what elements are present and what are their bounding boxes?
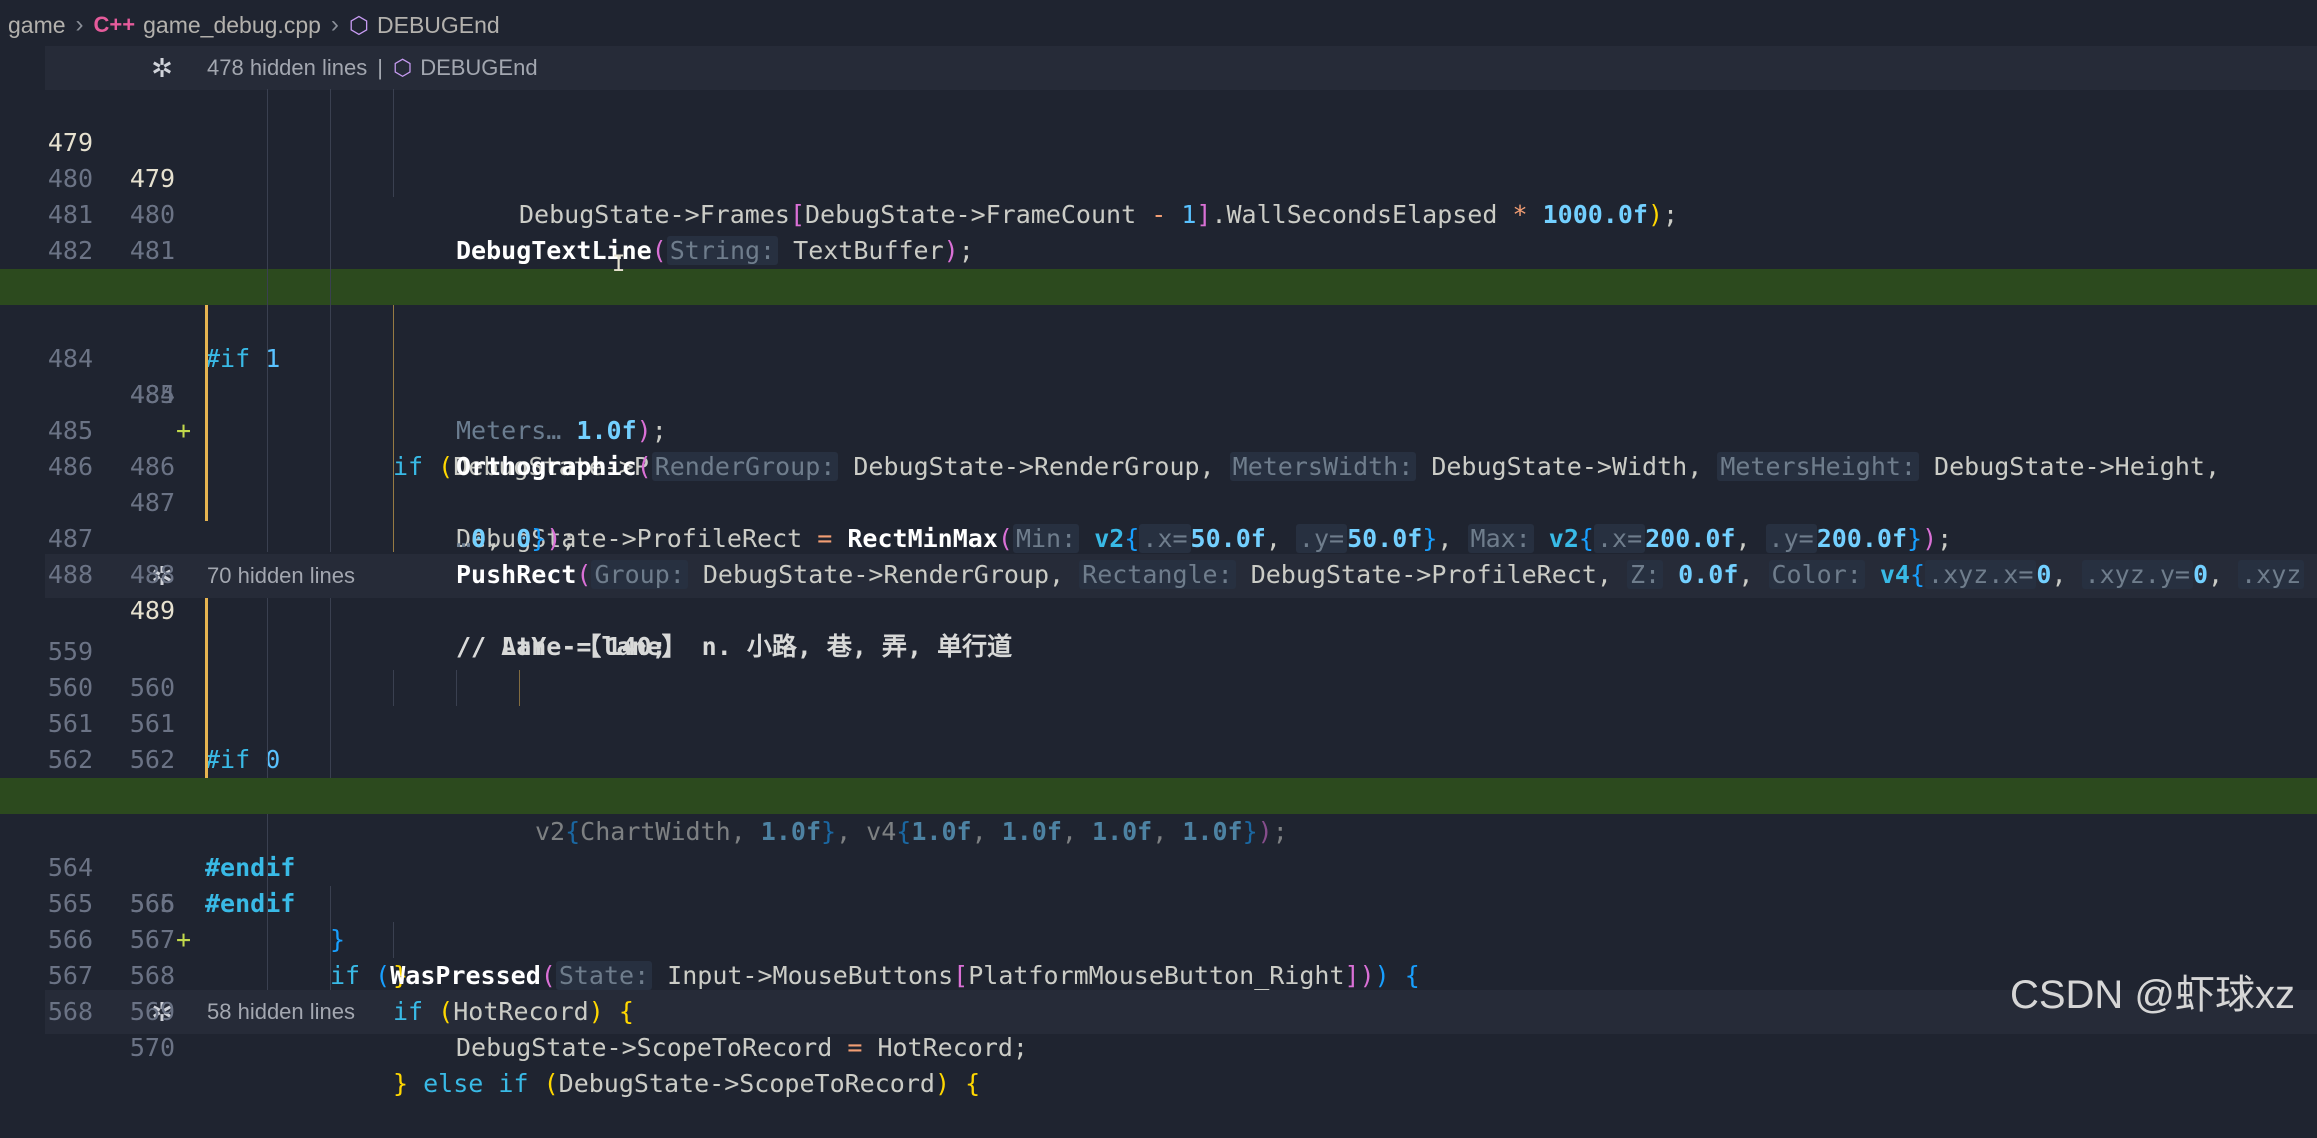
modified-bar bbox=[205, 341, 208, 377]
file-name: game_debug.cpp bbox=[143, 11, 321, 38]
indent-guide bbox=[393, 89, 394, 197]
hidden-lines-label: 58 hidden lines bbox=[207, 999, 356, 1024]
folded-region[interactable]: ✲ 58 hidden lines bbox=[45, 990, 2317, 1034]
breadcrumb-file[interactable]: C++ game_debug.cpp bbox=[94, 12, 321, 39]
indent-guide bbox=[267, 89, 268, 552]
code-line[interactable]: 483 483 #if 1 bbox=[0, 233, 2317, 373]
code-line[interactable]: 488 489 // Lane 【lane】 n. 小路, 巷, 弄, 单行道 bbox=[0, 521, 2317, 661]
watermark: CSDN @虾球xz bbox=[2009, 973, 2295, 1017]
new-line-number: 488 bbox=[129, 560, 175, 589]
indent-guide bbox=[393, 670, 394, 706]
modified-bar bbox=[205, 305, 208, 341]
modified-bar bbox=[205, 634, 208, 670]
added-code-line[interactable]: 484 + if (DebugState->ProfileOn) { bbox=[0, 269, 2317, 481]
method-cube-icon: ⬡ bbox=[392, 55, 413, 80]
hidden-lines-label: 478 hidden lines bbox=[207, 55, 368, 80]
indent-guide-active bbox=[393, 305, 394, 552]
indent-guide bbox=[456, 670, 457, 706]
code-line[interactable]: 565 567 if (WasPressed(State: Input->Mou… bbox=[0, 850, 2317, 990]
chevron-right-icon: › bbox=[330, 11, 339, 38]
modified-bar bbox=[205, 598, 208, 634]
code-line[interactable]: 486 487 PushRect(Group: DebugState->Rend… bbox=[0, 413, 2317, 589]
fold-symbol-name: DEBUGEnd bbox=[420, 55, 538, 80]
unfold-icon[interactable]: ✲ bbox=[132, 53, 192, 84]
code-line[interactable]: 568 570 } else if (DebugState->ScopeToRe… bbox=[0, 958, 2317, 1098]
divider: | bbox=[377, 55, 383, 80]
code-line[interactable]: 561 562 v2{ChartWidth, 1.0f}, v4{1.0f, 1… bbox=[0, 670, 2317, 846]
modified-bar bbox=[205, 706, 208, 742]
modified-bar bbox=[205, 377, 208, 413]
breadcrumb-symbol[interactable]: ⬡ DEBUGEnd bbox=[349, 12, 500, 39]
breadcrumb: game › C++ game_debug.cpp › ⬡ DEBUGEnd bbox=[0, 0, 2317, 50]
old-line-number: 488 bbox=[47, 560, 93, 589]
code-line[interactable]: 485 486 DebugState->ProfileRect = RectMi… bbox=[0, 377, 2317, 553]
code-line[interactable]: 562 563 #endif bbox=[0, 706, 2317, 882]
old-line-number: 568 bbox=[47, 997, 93, 1026]
code-line[interactable]: 563 564 #endif bbox=[0, 742, 2317, 918]
code-line[interactable]: 482 482 bbox=[0, 197, 2317, 301]
folded-region[interactable]: ✲ 478 hidden lines | ⬡ DEBUGEnd bbox=[45, 46, 2317, 90]
code-line[interactable]: 560 561 PushRect(RenderGroup, v3{ChartLe… bbox=[0, 634, 2317, 810]
new-line-number: 569 bbox=[129, 997, 175, 1026]
code-line[interactable]: 484 485 Orthographic(RenderGroup: DebugS… bbox=[0, 305, 2317, 481]
code-line[interactable]: 487 488 // AtY -= 140; bbox=[0, 485, 2317, 661]
text-cursor-icon: I bbox=[612, 252, 626, 277]
code-line-wrap[interactable]: …0, 0}); bbox=[0, 449, 2317, 553]
indent-guide bbox=[393, 922, 394, 958]
indent-guide-active bbox=[519, 670, 520, 706]
modified-bar bbox=[205, 742, 208, 778]
indent-guide bbox=[330, 89, 331, 552]
indent-guide bbox=[330, 886, 331, 990]
code-line[interactable]: 480 480 DebugTextLine(String: TextBuffer… bbox=[0, 125, 2317, 265]
modified-bar bbox=[205, 413, 208, 449]
code-line[interactable]: 479 479 DebugState->Frames[DebugState->F… bbox=[0, 89, 2317, 229]
code-line[interactable]: 567 569 DebugState->ScopeToRecord = HotR… bbox=[0, 922, 2317, 1062]
indent-guide bbox=[267, 814, 268, 990]
modified-bar bbox=[205, 449, 208, 485]
code-line[interactable]: 564 566 } bbox=[0, 814, 2317, 954]
indent-guide bbox=[330, 598, 331, 778]
hidden-lines-label: 70 hidden lines bbox=[207, 563, 356, 588]
folder-name: game bbox=[8, 11, 66, 38]
chevron-right-icon: › bbox=[75, 11, 84, 38]
code-line[interactable]: 566 568 if (HotRecord) { bbox=[0, 886, 2317, 1026]
added-code-line[interactable]: 565 + } bbox=[0, 778, 2317, 990]
new-line-number: 570 bbox=[129, 1033, 175, 1062]
indent-guide bbox=[267, 598, 268, 778]
method-cube-icon: ⬡ bbox=[348, 11, 369, 38]
breadcrumb-folder[interactable]: game bbox=[8, 12, 66, 39]
modified-bar bbox=[205, 670, 208, 706]
symbol-name: DEBUGEnd bbox=[377, 11, 500, 38]
cpp-file-icon: C++ bbox=[93, 12, 136, 37]
code-line[interactable]: 559 560 #if 0 bbox=[0, 598, 2317, 774]
code-line-wrap[interactable]: Meters… 1.0f); bbox=[0, 341, 2317, 445]
code-line[interactable]: 481 481 } bbox=[0, 161, 2317, 301]
modified-bar bbox=[205, 485, 208, 521]
